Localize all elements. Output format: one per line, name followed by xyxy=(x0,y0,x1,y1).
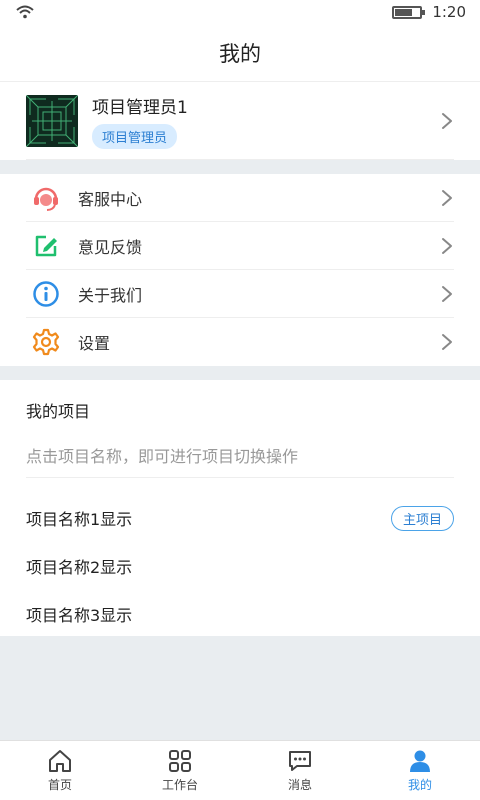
my-projects-section: 我的项目 点击项目名称，即可进行项目切换操作 项目名称1显示 主项目 项目名称2… xyxy=(0,380,480,636)
tab-label: 我的 xyxy=(407,777,432,792)
project-name: 项目名称2显示 xyxy=(26,558,133,577)
projects-hint: 点击项目名称，即可进行项目切换操作 xyxy=(26,432,454,478)
menu-item-about-us[interactable]: 关于我们 xyxy=(26,270,454,318)
menu-item-settings[interactable]: 设置 xyxy=(26,318,454,366)
role-badge: 项目管理员 xyxy=(92,123,178,149)
main-project-badge: 主项目 xyxy=(390,505,454,531)
project-item[interactable]: 项目名称2显示 xyxy=(26,542,454,590)
tab-label: 消息 xyxy=(287,777,312,792)
avatar-pattern-icon xyxy=(26,94,78,147)
settings-menu: 客服中心 意见反馈 关于我们 设置 xyxy=(0,174,480,366)
project-name: 项目名称3显示 xyxy=(26,606,133,625)
menu-item-customer-service[interactable]: 客服中心 xyxy=(26,174,454,222)
menu-item-label: 设置 xyxy=(78,334,111,353)
avatar xyxy=(26,94,78,147)
chevron-right-icon xyxy=(442,112,452,129)
battery-fill xyxy=(395,8,413,16)
chevron-right-icon xyxy=(442,237,452,254)
menu-item-label: 意见反馈 xyxy=(78,237,143,257)
page-title: 我的 xyxy=(219,41,261,66)
status-time: 1:20 xyxy=(432,3,466,21)
message-icon xyxy=(289,750,311,771)
status-bar: 1:20 xyxy=(0,0,480,24)
projects-title: 我的项目 xyxy=(26,402,91,421)
project-name: 项目名称1显示 xyxy=(26,510,133,529)
tab-messages[interactable]: 消息 xyxy=(240,741,360,800)
menu-item-feedback[interactable]: 意见反馈 xyxy=(26,222,454,270)
tab-label: 首页 xyxy=(47,777,72,792)
menu-item-label: 客服中心 xyxy=(78,189,143,209)
headset-icon xyxy=(26,178,66,218)
user-icon xyxy=(410,750,430,772)
tab-mine[interactable]: 我的 xyxy=(360,741,480,800)
profile-text: 项目管理员1 项目管理员 xyxy=(92,93,440,149)
edit-icon xyxy=(26,226,66,266)
profile-row[interactable]: 项目管理员1 项目管理员 xyxy=(26,82,454,160)
chevron-right-icon xyxy=(442,189,452,206)
chevron-right-icon xyxy=(442,334,452,350)
title-bar: 我的 xyxy=(0,24,480,82)
project-item[interactable]: 项目名称1显示 主项目 xyxy=(26,494,454,542)
profile-name: 项目管理员1 xyxy=(92,97,188,118)
info-icon xyxy=(26,274,66,314)
tab-workbench[interactable]: 工作台 xyxy=(120,741,240,800)
project-item[interactable]: 项目名称3显示 xyxy=(26,590,454,638)
status-right: 1:20 xyxy=(392,3,466,21)
projects-hint-text: 点击项目名称，即可进行项目切换操作 xyxy=(26,446,299,466)
bottom-tab-bar: 首页 工作台 消息 我的 xyxy=(0,740,480,800)
wifi-icon xyxy=(16,5,34,19)
gear-icon xyxy=(26,322,66,362)
profile-card[interactable]: 项目管理员1 项目管理员 xyxy=(0,82,480,160)
battery-icon xyxy=(392,5,426,19)
menu-item-label: 关于我们 xyxy=(78,285,143,305)
grid-icon xyxy=(169,749,191,772)
chevron-right-icon xyxy=(442,285,452,302)
tab-label: 工作台 xyxy=(161,777,198,792)
home-icon xyxy=(49,749,71,772)
tab-home[interactable]: 首页 xyxy=(0,741,120,800)
